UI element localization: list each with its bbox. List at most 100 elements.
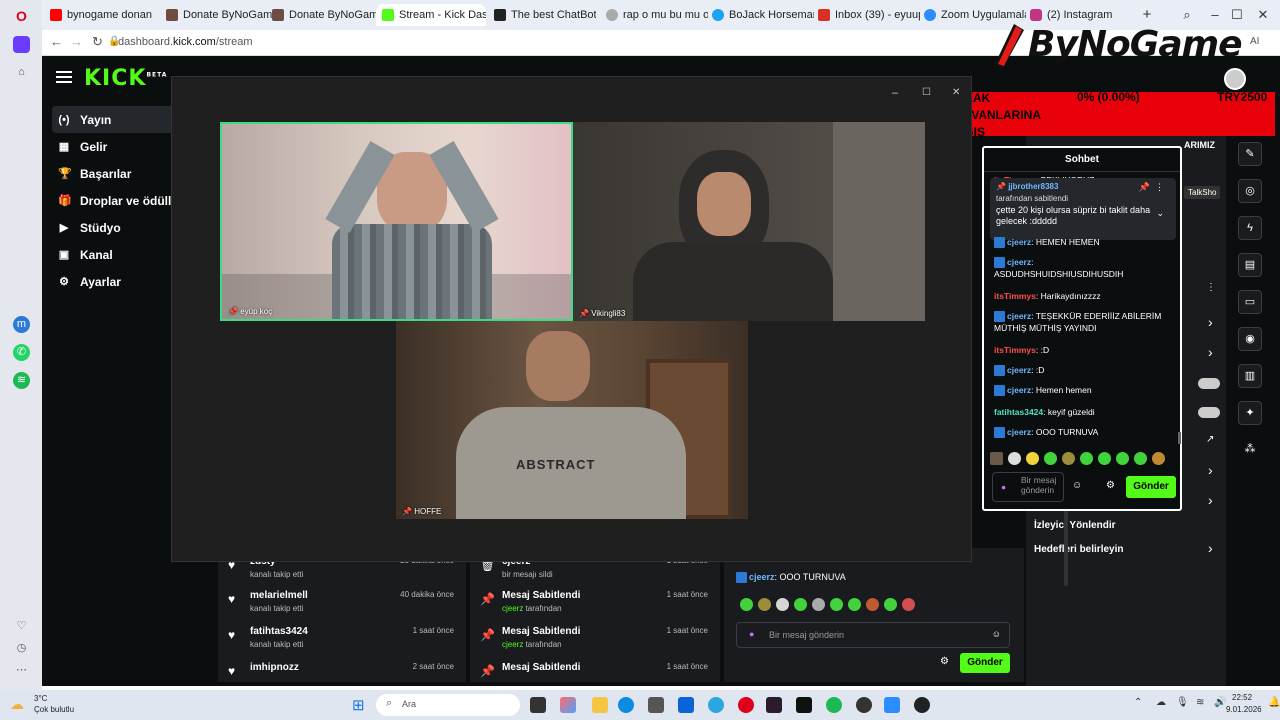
emote-icon[interactable]: [830, 598, 843, 611]
send-button[interactable]: Gönder: [960, 653, 1010, 673]
maximize-icon[interactable]: ☐: [922, 87, 931, 98]
wrench-icon[interactable]: ✦: [1238, 401, 1262, 425]
emote-icon[interactable]: [1080, 452, 1093, 465]
settings-icon[interactable]: ⚙: [1106, 480, 1115, 491]
browser-tab[interactable]: rap o mu bu mu otomat: [600, 4, 708, 26]
chat-scrollbar[interactable]: [1178, 432, 1181, 444]
chevron-right-icon[interactable]: ›: [1208, 492, 1213, 508]
kick-logo[interactable]: KICKBETA: [84, 66, 167, 91]
emote-icon[interactable]: [1044, 452, 1057, 465]
spotify-icon[interactable]: [826, 697, 842, 713]
emote-icon[interactable]: [848, 598, 861, 611]
opera-icon[interactable]: [738, 697, 754, 713]
edge-icon[interactable]: [618, 697, 634, 713]
emote-icon[interactable]: [1116, 452, 1129, 465]
mic-icon[interactable]: ●: [749, 629, 754, 639]
raid-item[interactable]: İzleyici Yönlendir: [1034, 520, 1116, 531]
chevron-right-icon[interactable]: ›: [1208, 314, 1213, 330]
emoji-icon[interactable]: ☺: [1072, 480, 1082, 491]
emote-icon[interactable]: [884, 598, 897, 611]
emoji-icon[interactable]: ☺: [992, 629, 1001, 639]
chevron-right-icon[interactable]: ›: [1208, 540, 1213, 556]
participant-video[interactable]: 📌 eyüp koç: [220, 122, 573, 321]
more-icon[interactable]: ⋯: [13, 662, 30, 679]
more-icon[interactable]: ⋮: [1206, 282, 1216, 293]
emote-icon[interactable]: [812, 598, 825, 611]
close-icon[interactable]: ✕: [952, 87, 960, 98]
browser-tab[interactable]: The best ChatBot and W: [488, 4, 596, 26]
emote-icon[interactable]: [740, 598, 753, 611]
app-icon[interactable]: [796, 697, 812, 713]
reload-icon[interactable]: ↻: [92, 34, 103, 50]
home-icon[interactable]: ⌂: [13, 64, 30, 81]
store-icon[interactable]: [648, 697, 664, 713]
emote-icon[interactable]: [794, 598, 807, 611]
pin-icon[interactable]: 📌: [1139, 182, 1150, 193]
emote-icon[interactable]: [1026, 452, 1039, 465]
emote-icon[interactable]: [1062, 452, 1075, 465]
aria-icon[interactable]: [13, 36, 30, 53]
back-icon[interactable]: ←: [50, 34, 63, 49]
whatsapp-icon[interactable]: ✆: [13, 344, 30, 361]
emote-icon[interactable]: [1008, 452, 1021, 465]
browser-tab[interactable]: Inbox (39) - eyuupkooc1: [812, 4, 920, 26]
zoom-icon[interactable]: [884, 697, 900, 713]
more-icon[interactable]: ⋮: [1155, 182, 1164, 193]
emote-icon[interactable]: [776, 598, 789, 611]
emote-icon[interactable]: [866, 598, 879, 611]
task-view-icon[interactable]: [530, 697, 546, 713]
app-icon[interactable]: [766, 697, 782, 713]
browser-tab[interactable]: BoJack Horseman 1. Sez: [706, 4, 814, 26]
emote-icon[interactable]: [902, 598, 915, 611]
browser-tab[interactable]: Donate ByNoGame - Stri: [160, 4, 272, 26]
goals-item[interactable]: Hedefleri belirleyin: [1034, 544, 1123, 555]
opera-logo-icon[interactable]: O: [13, 8, 30, 25]
participant-video[interactable]: 📌 Vikingli83: [573, 122, 925, 321]
chevron-down-icon[interactable]: ⌄: [1156, 208, 1164, 219]
mic-icon[interactable]: ●: [1001, 482, 1006, 492]
broadcast-icon[interactable]: ◉: [1238, 327, 1262, 351]
close-window-button[interactable]: ✕: [1248, 4, 1278, 26]
hamburger-menu-icon[interactable]: [56, 68, 72, 86]
camera-icon[interactable]: ◎: [1238, 179, 1262, 203]
chat-input[interactable]: ● Bir mesaj gönderin ☺: [736, 622, 1010, 648]
chat-icon[interactable]: ▭: [1238, 290, 1262, 314]
document-icon[interactable]: ▤: [1238, 253, 1262, 277]
lightning-icon[interactable]: ϟ: [1238, 216, 1262, 240]
pinned-message[interactable]: 📌 jjbrother8383 tarafından sabitlendi çe…: [990, 178, 1176, 240]
edit-icon[interactable]: ✎: [1238, 142, 1262, 166]
mic-icon[interactable]: 🎙: [1176, 697, 1189, 708]
copilot-icon[interactable]: [560, 697, 576, 713]
url-field[interactable]: dashboard.kick.com/stream: [118, 36, 253, 48]
send-button[interactable]: Gönder: [1126, 476, 1176, 498]
history-icon[interactable]: ◷: [13, 640, 30, 657]
emote-icon[interactable]: [990, 452, 1003, 465]
taskbar-search[interactable]: ⌕ Ara: [376, 694, 520, 716]
toggle-switch[interactable]: [1198, 378, 1220, 389]
minimize-icon[interactable]: –: [892, 87, 898, 99]
app-icon[interactable]: [914, 697, 930, 713]
chat-input[interactable]: ● Bir mesaj gönderin: [992, 472, 1064, 502]
windows-start-icon[interactable]: ⊞: [352, 696, 365, 714]
wifi-icon[interactable]: ≋: [1196, 697, 1204, 708]
outlook-icon[interactable]: [678, 697, 694, 713]
cloud-icon[interactable]: ☁: [1156, 697, 1166, 708]
spotify-icon[interactable]: ≋: [13, 372, 30, 389]
toggle-switch[interactable]: [1198, 407, 1220, 418]
forward-icon[interactable]: →: [70, 34, 83, 49]
emote-icon[interactable]: [1098, 452, 1111, 465]
browser-tab[interactable]: bynogame donante obs: [44, 4, 152, 26]
emote-icon[interactable]: [758, 598, 771, 611]
browser-tab-active[interactable]: Stream - Kick Dashboard: [376, 4, 486, 26]
messenger-icon[interactable]: m: [13, 316, 30, 333]
emote-icon[interactable]: [1134, 452, 1147, 465]
app-icon[interactable]: [708, 697, 724, 713]
chevron-right-icon[interactable]: ›: [1208, 344, 1213, 360]
nodes-icon[interactable]: ⁂: [1238, 438, 1262, 462]
chevron-right-icon[interactable]: ›: [1208, 462, 1213, 478]
participant-video[interactable]: ABSTRACT 📌 HOFFE: [396, 321, 748, 519]
chevron-up-icon[interactable]: ⌃: [1134, 697, 1142, 708]
emote-icon[interactable]: [1152, 452, 1165, 465]
ai-button[interactable]: AI: [1250, 36, 1259, 47]
notification-icon[interactable]: 🔔: [1268, 697, 1280, 708]
